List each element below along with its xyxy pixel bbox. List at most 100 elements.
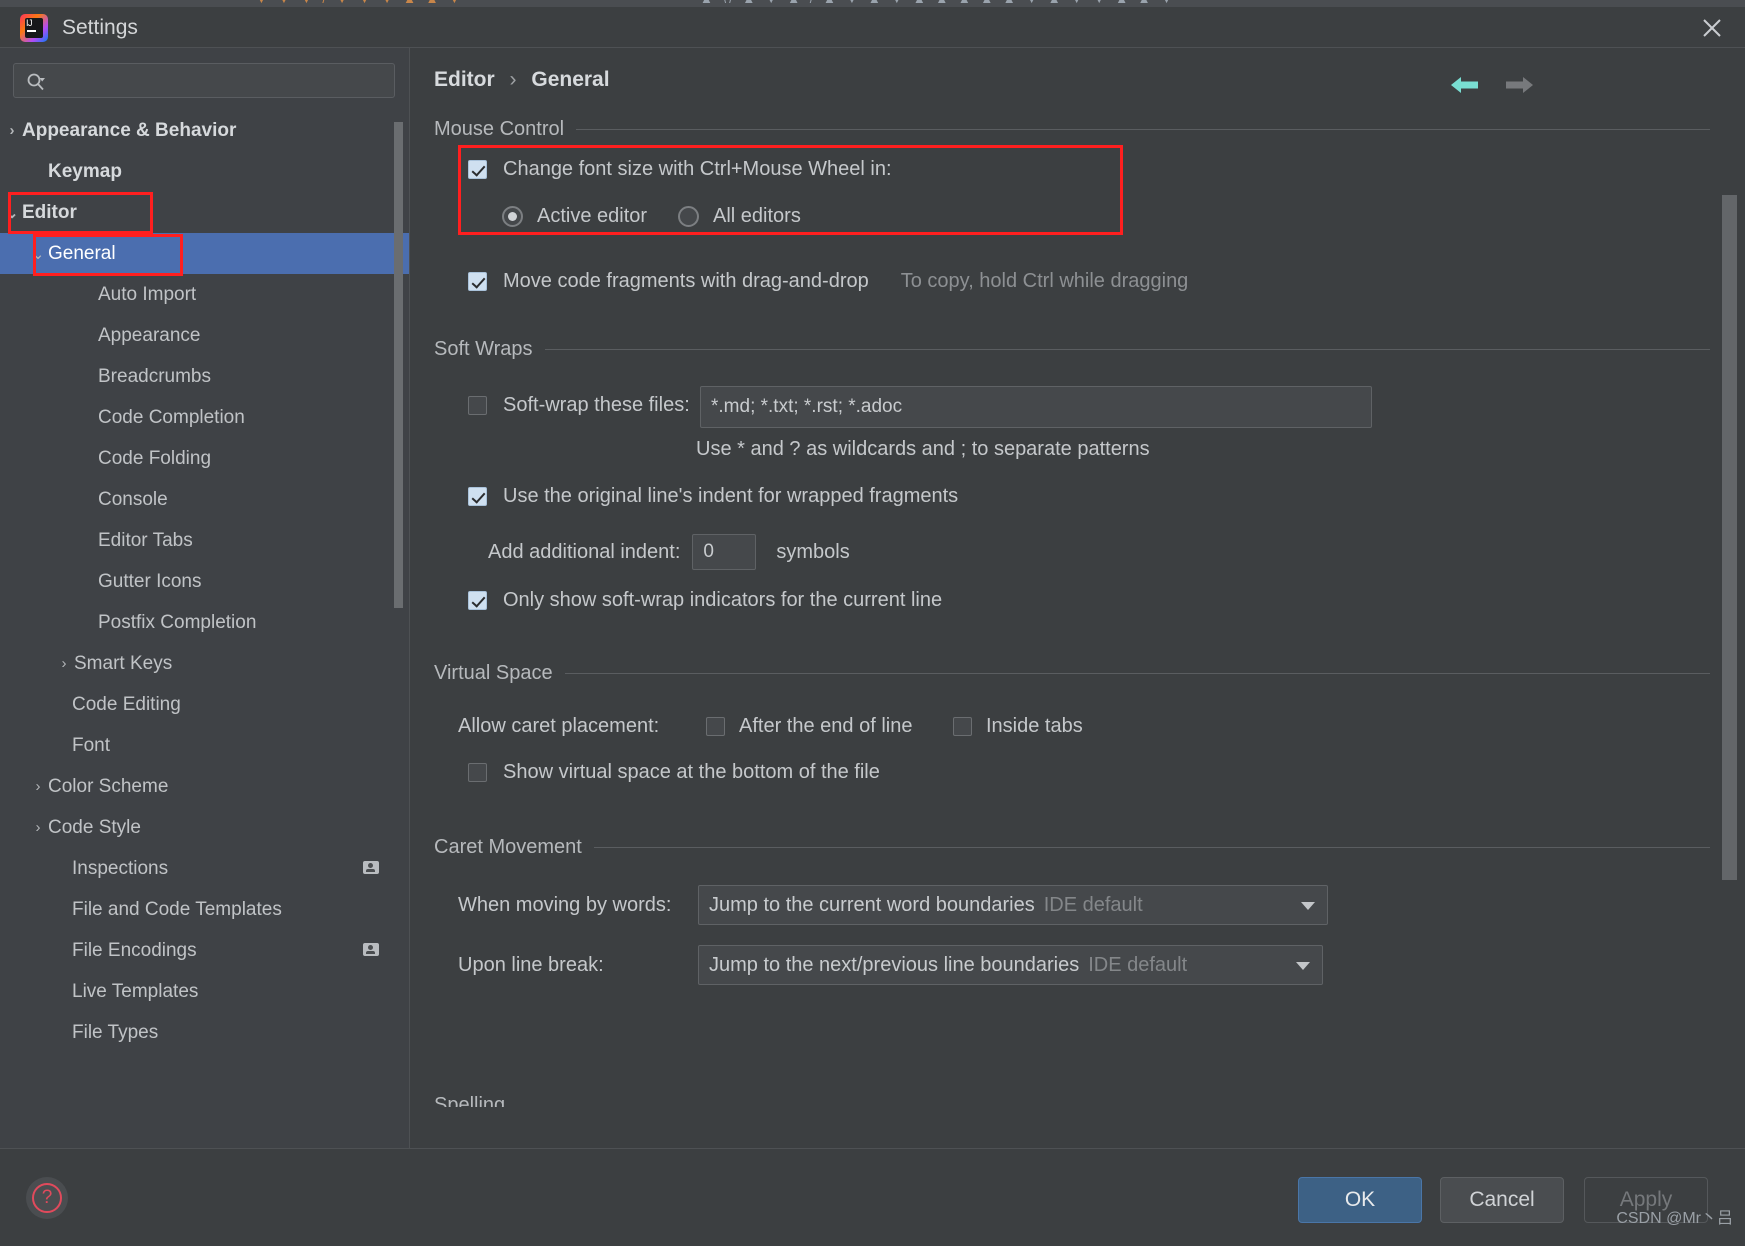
sidebar-item-file-encodings[interactable]: File Encodings (0, 930, 409, 971)
caret-placement-label: Allow caret placement: (458, 715, 660, 737)
sidebar-item-appearance-behavior[interactable]: › Appearance & Behavior (0, 110, 409, 151)
settings-sidebar: › Appearance & Behavior Keymap ⌄ Editor ⌄ Gene… (0, 48, 409, 1148)
chevron-down-icon[interactable]: ⌄ (2, 204, 22, 222)
breadcrumb-parent[interactable]: Editor (434, 68, 495, 91)
section-rule (564, 673, 1710, 674)
chevron-down-icon[interactable] (1296, 962, 1310, 970)
sidebar-item-appearance[interactable]: Appearance (0, 315, 409, 356)
content-scrollbar[interactable] (1722, 195, 1737, 880)
search-box[interactable] (13, 63, 395, 98)
help-icon[interactable]: ? (26, 1177, 68, 1219)
sidebar-item-general[interactable]: ⌄ General (0, 233, 409, 274)
additional-indent-row[interactable]: Add additional indent: symbols (488, 534, 850, 570)
search-icon (26, 72, 46, 92)
ok-button[interactable]: OK (1298, 1177, 1422, 1223)
only-current-line-row[interactable]: Only show soft-wrap indicators for the c… (468, 589, 942, 612)
soft-wrap-files-input[interactable] (700, 386, 1372, 428)
drag-and-drop-label: Move code fragments with drag-and-drop (503, 270, 869, 292)
sidebar-item-font[interactable]: Font (0, 725, 409, 766)
sidebar-item-live-templates[interactable]: Live Templates (0, 971, 409, 1012)
change-font-size-label: Change font size with Ctrl+Mouse Wheel i… (503, 158, 892, 180)
search-input[interactable] (54, 64, 388, 97)
change-font-size-checkbox[interactable] (468, 160, 487, 179)
original-indent-checkbox[interactable] (468, 487, 487, 506)
additional-indent-unit: symbols (776, 540, 850, 563)
upon-line-break-dropdown[interactable]: Jump to the next/previous line boundarie… (698, 945, 1323, 985)
original-indent-row[interactable]: Use the original line's indent for wrapp… (468, 485, 958, 508)
when-moving-by-words-label-row: When moving by words: (458, 894, 671, 917)
sidebar-scrollbar[interactable] (394, 122, 403, 608)
sidebar-item-label: Code Folding (98, 447, 212, 469)
sidebar-item-breadcrumbs[interactable]: Breadcrumbs (0, 356, 409, 397)
sidebar-item-console[interactable]: Console (0, 479, 409, 520)
original-indent-label: Use the original line's indent for wrapp… (503, 485, 959, 507)
section-rule (576, 129, 1710, 130)
upon-line-break-label: Upon line break: (458, 954, 604, 976)
sidebar-item-code-style[interactable]: › Code Style (0, 807, 409, 848)
inside-tabs-checkbox[interactable] (953, 717, 972, 736)
sidebar-item-code-editing[interactable]: Code Editing (0, 684, 409, 725)
show-virtual-space-checkbox[interactable] (468, 763, 487, 782)
sidebar-item-keymap[interactable]: Keymap (0, 151, 409, 192)
sidebar-item-gutter-icons[interactable]: Gutter Icons (0, 561, 409, 602)
drag-and-drop-row[interactable]: Move code fragments with drag-and-drop T… (468, 270, 1188, 293)
upon-line-break-hint: IDE default (1088, 953, 1188, 976)
when-moving-by-words-dropdown[interactable]: Jump to the current word boundaries IDE … (698, 885, 1328, 925)
sidebar-item-code-completion[interactable]: Code Completion (0, 397, 409, 438)
inside-tabs-label: Inside tabs (986, 715, 1083, 737)
change-font-size-row[interactable]: Change font size with Ctrl+Mouse Wheel i… (468, 158, 892, 181)
chevron-down-icon[interactable] (1301, 902, 1315, 910)
sidebar-item-editor-tabs[interactable]: Editor Tabs (0, 520, 409, 561)
sidebar-item-inspections[interactable]: Inspections (0, 848, 409, 889)
sidebar-item-label: Smart Keys (74, 652, 173, 674)
sidebar-item-postfix-completion[interactable]: Postfix Completion (0, 602, 409, 643)
all-editors-radio-row[interactable]: All editors (678, 205, 801, 228)
chevron-right-icon[interactable]: › (28, 819, 48, 836)
logo-letters: IJ (26, 18, 33, 28)
sidebar-item-auto-import[interactable]: Auto Import (0, 274, 409, 315)
background-window-strip: ▼ ▼ ▼ / ▼ ▼ ▼ ▲ ▲ ▼ ▲ \/ ▲ ▼ ▲ / ▲ ▼ ▲ ▼… (0, 0, 1745, 7)
after-end-of-line-row[interactable]: After the end of line (706, 715, 912, 738)
active-editor-radio-row[interactable]: Active editor (502, 205, 647, 228)
active-editor-radio[interactable] (502, 206, 523, 227)
all-editors-label: All editors (713, 205, 801, 227)
sidebar-item-label: Editor (22, 201, 77, 223)
chevron-down-icon[interactable]: ⌄ (28, 245, 48, 263)
chevron-right-icon[interactable]: › (54, 655, 74, 672)
sidebar-item-color-scheme[interactable]: › Color Scheme (0, 766, 409, 807)
dialog-footer: ? OK Cancel Apply CSDN @Mr丶吕 (0, 1148, 1745, 1246)
upon-line-break-value: Jump to the next/previous line boundarie… (709, 953, 1080, 976)
when-moving-by-words-hint: IDE default (1043, 893, 1143, 916)
when-moving-by-words-value: Jump to the current word boundaries (709, 893, 1035, 916)
arrow-right-icon[interactable] (1505, 74, 1533, 96)
arrow-left-icon[interactable] (1451, 74, 1479, 96)
close-icon[interactable] (1697, 13, 1727, 43)
soft-wrap-files-row[interactable]: Soft-wrap these files: (468, 394, 690, 417)
sidebar-item-label: Breadcrumbs (98, 365, 211, 387)
soft-wrap-files-checkbox[interactable] (468, 396, 487, 415)
all-editors-radio[interactable] (678, 206, 699, 227)
chevron-right-icon[interactable]: › (28, 778, 48, 795)
sidebar-item-label: Color Scheme (48, 775, 169, 797)
section-rule (593, 847, 1710, 848)
only-current-line-checkbox[interactable] (468, 591, 487, 610)
active-editor-label: Active editor (537, 205, 648, 227)
sidebar-item-label: Console (98, 488, 168, 510)
drag-and-drop-checkbox[interactable] (468, 272, 487, 291)
sidebar-item-code-folding[interactable]: Code Folding (0, 438, 409, 479)
additional-indent-label: Add additional indent: (488, 540, 681, 563)
breadcrumb-current: General (531, 68, 610, 91)
sidebar-item-editor[interactable]: ⌄ Editor (0, 192, 409, 233)
show-virtual-space-row[interactable]: Show virtual space at the bottom of the … (468, 761, 880, 784)
inside-tabs-row[interactable]: Inside tabs (953, 715, 1083, 738)
chevron-right-icon[interactable]: › (2, 122, 22, 139)
sidebar-item-label: Appearance & Behavior (22, 119, 237, 141)
cancel-button[interactable]: Cancel (1440, 1177, 1564, 1223)
sidebar-item-label: Live Templates (72, 980, 199, 1002)
sidebar-item-file-and-code-templates[interactable]: File and Code Templates (0, 889, 409, 930)
sidebar-item-label: Keymap (48, 160, 122, 182)
additional-indent-input[interactable] (692, 534, 757, 570)
sidebar-item-file-types[interactable]: File Types (0, 1012, 409, 1053)
sidebar-item-smart-keys[interactable]: › Smart Keys (0, 643, 409, 684)
after-end-of-line-checkbox[interactable] (706, 717, 725, 736)
